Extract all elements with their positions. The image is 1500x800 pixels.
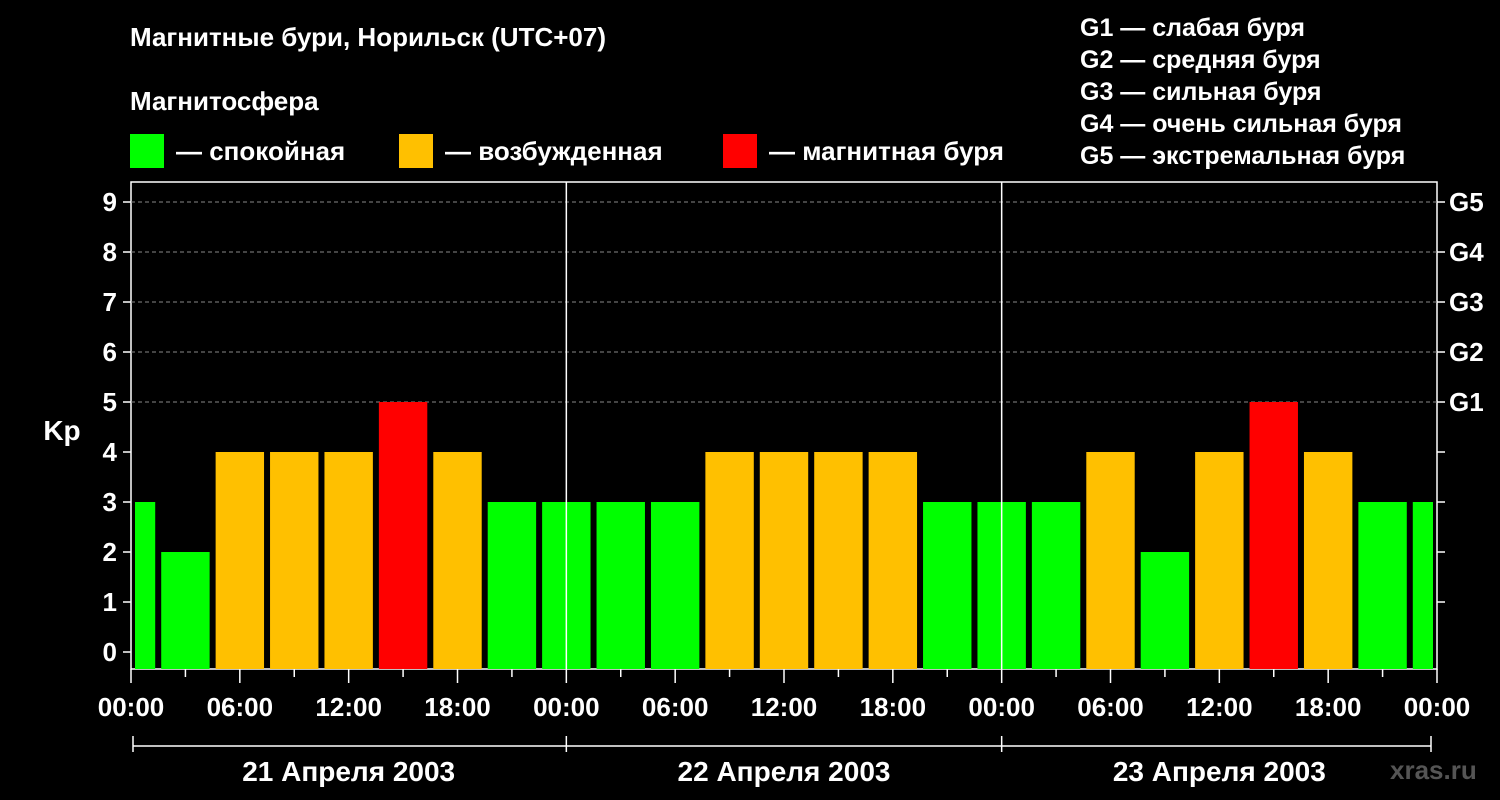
bar-5	[378, 402, 428, 669]
kp-chart: 0 1 2 3 4 5 6 7 8 9 G1 G2 G3 G4 G5 Kp 00:00 06:00 12:00 18:…	[43, 181, 1484, 787]
bar-13	[814, 452, 863, 669]
day-label-2: 23 Апреля 2003	[1113, 756, 1326, 787]
xtick-label-8: 00:00	[968, 692, 1035, 722]
bar-21	[1249, 402, 1298, 669]
bar-2	[215, 452, 265, 669]
ytick-label-5: 5	[103, 387, 117, 417]
right-tick-label-g4: G4	[1449, 237, 1484, 267]
bar-7	[487, 502, 537, 669]
bar-18	[1086, 452, 1135, 669]
bar-14	[868, 452, 918, 669]
xtick-label-3: 18:00	[424, 692, 491, 722]
bar-20	[1195, 452, 1244, 669]
xtick-label-6: 12:00	[751, 692, 818, 722]
bar-23	[1358, 502, 1407, 669]
bar-15	[923, 502, 972, 669]
bar-0	[135, 502, 156, 669]
bar-9	[596, 502, 645, 669]
ytick-label-2: 2	[103, 537, 117, 567]
xtick-label-9: 06:00	[1077, 692, 1144, 722]
xtick-label-1: 06:00	[207, 692, 274, 722]
day-label-0: 21 Апреля 2003	[242, 756, 455, 787]
ytick-label-6: 6	[103, 337, 117, 367]
bar-6	[433, 452, 482, 669]
right-tick-label-g5: G5	[1449, 187, 1484, 217]
ytick-label-9: 9	[103, 187, 117, 217]
xtick-label-4: 00:00	[533, 692, 600, 722]
ytick-label-8: 8	[103, 237, 117, 267]
bar-19	[1140, 552, 1190, 669]
xtick-label-12: 00:00	[1404, 692, 1471, 722]
watermark: xras.ru	[1390, 755, 1477, 785]
bar-17	[1031, 502, 1081, 669]
y-axis-label: Kp	[43, 415, 80, 446]
bar-4	[324, 452, 373, 669]
bar-22	[1303, 452, 1353, 669]
bar-10	[650, 502, 700, 669]
ytick-label-0: 0	[103, 637, 117, 667]
ytick-label-1: 1	[103, 587, 117, 617]
bar-12	[759, 452, 809, 669]
right-tick-label-g1: G1	[1449, 387, 1484, 417]
right-tick-label-g3: G3	[1449, 287, 1484, 317]
bar-24	[1412, 502, 1433, 669]
xtick-label-5: 06:00	[642, 692, 709, 722]
ytick-label-3: 3	[103, 487, 117, 517]
bar-11	[705, 452, 754, 669]
bar-1	[161, 552, 210, 669]
xtick-label-0: 00:00	[98, 692, 165, 722]
xtick-label-7: 18:00	[860, 692, 927, 722]
xtick-label-2: 12:00	[315, 692, 382, 722]
right-tick-label-g2: G2	[1449, 337, 1484, 367]
xtick-label-10: 12:00	[1186, 692, 1253, 722]
xtick-label-11: 18:00	[1295, 692, 1362, 722]
ytick-label-4: 4	[103, 437, 118, 467]
bar-3	[270, 452, 319, 669]
ytick-label-7: 7	[103, 287, 117, 317]
day-label-1: 22 Апреля 2003	[678, 756, 891, 787]
